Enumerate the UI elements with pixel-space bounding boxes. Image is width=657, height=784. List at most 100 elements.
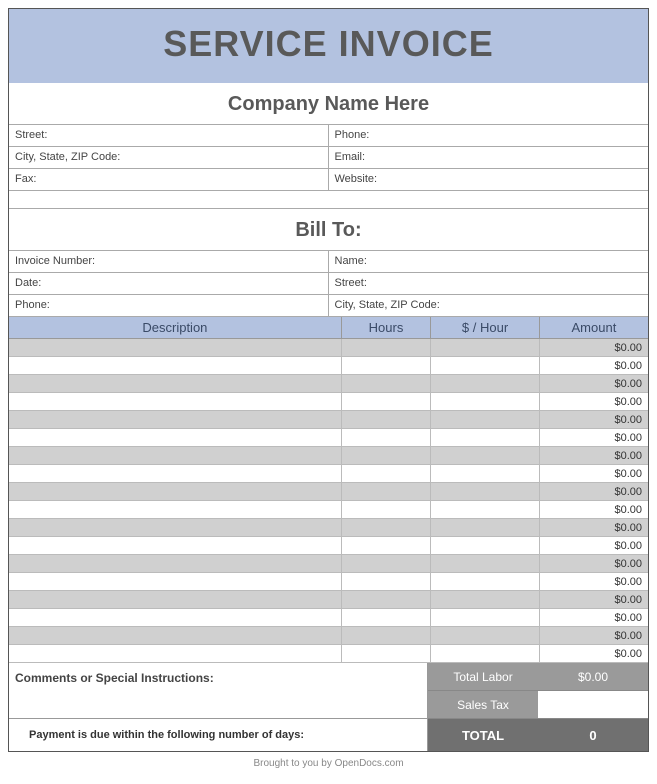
cell-description[interactable] xyxy=(9,501,341,519)
cell-amount[interactable]: $0.00 xyxy=(539,627,648,645)
cell-description[interactable] xyxy=(9,339,341,357)
cell-rate[interactable] xyxy=(431,573,540,591)
cell-rate[interactable] xyxy=(431,627,540,645)
table-row: $0.00 xyxy=(9,447,648,465)
cell-rate[interactable] xyxy=(431,555,540,573)
company-phone-field[interactable]: Phone: xyxy=(329,125,649,147)
sales-tax-label: Sales Tax xyxy=(428,691,538,719)
cell-hours[interactable] xyxy=(341,645,430,663)
cell-amount[interactable]: $0.00 xyxy=(539,339,648,357)
cell-description[interactable] xyxy=(9,537,341,555)
cell-rate[interactable] xyxy=(431,591,540,609)
sales-tax-value[interactable] xyxy=(538,691,648,719)
cell-amount[interactable]: $0.00 xyxy=(539,411,648,429)
cell-description[interactable] xyxy=(9,447,341,465)
cell-amount[interactable]: $0.00 xyxy=(539,375,648,393)
table-row: $0.00 xyxy=(9,609,648,627)
cell-rate[interactable] xyxy=(431,447,540,465)
cell-description[interactable] xyxy=(9,375,341,393)
company-city-field[interactable]: City, State, ZIP Code: xyxy=(9,147,329,169)
cell-amount[interactable]: $0.00 xyxy=(539,447,648,465)
cell-description[interactable] xyxy=(9,429,341,447)
table-row: $0.00 xyxy=(9,537,648,555)
cell-amount[interactable]: $0.00 xyxy=(539,573,648,591)
cell-rate[interactable] xyxy=(431,645,540,663)
comments-label[interactable]: Comments or Special Instructions: xyxy=(9,663,428,719)
cell-hours[interactable] xyxy=(341,591,430,609)
cell-amount[interactable]: $0.00 xyxy=(539,465,648,483)
cell-amount[interactable]: $0.00 xyxy=(539,429,648,447)
cell-hours[interactable] xyxy=(341,519,430,537)
cell-hours[interactable] xyxy=(341,537,430,555)
cell-hours[interactable] xyxy=(341,555,430,573)
company-fax-field[interactable]: Fax: xyxy=(9,169,329,191)
cell-description[interactable] xyxy=(9,555,341,573)
document-title: SERVICE INVOICE xyxy=(9,23,648,65)
cell-amount[interactable]: $0.00 xyxy=(539,501,648,519)
cell-hours[interactable] xyxy=(341,627,430,645)
cell-rate[interactable] xyxy=(431,375,540,393)
billto-city-field[interactable]: City, State, ZIP Code: xyxy=(329,295,649,317)
cell-hours[interactable] xyxy=(341,375,430,393)
cell-rate[interactable] xyxy=(431,339,540,357)
bill-to-header: Bill To: xyxy=(9,209,648,251)
invoice-date-field[interactable]: Date: xyxy=(9,273,329,295)
cell-rate[interactable] xyxy=(431,519,540,537)
cell-amount[interactable]: $0.00 xyxy=(539,393,648,411)
cell-rate[interactable] xyxy=(431,393,540,411)
company-email-field[interactable]: Email: xyxy=(329,147,649,169)
company-street-field[interactable]: Street: xyxy=(9,125,329,147)
cell-amount[interactable]: $0.00 xyxy=(539,609,648,627)
billto-street-field[interactable]: Street: xyxy=(329,273,649,295)
table-row: $0.00 xyxy=(9,411,648,429)
cell-description[interactable] xyxy=(9,645,341,663)
cell-description[interactable] xyxy=(9,591,341,609)
cell-amount[interactable]: $0.00 xyxy=(539,555,648,573)
cell-description[interactable] xyxy=(9,609,341,627)
cell-hours[interactable] xyxy=(341,429,430,447)
cell-rate[interactable] xyxy=(431,411,540,429)
table-row: $0.00 xyxy=(9,375,648,393)
billto-phone-field[interactable]: Phone: xyxy=(9,295,329,317)
cell-amount[interactable]: $0.00 xyxy=(539,483,648,501)
cell-amount[interactable]: $0.00 xyxy=(539,537,648,555)
cell-hours[interactable] xyxy=(341,501,430,519)
table-row: $0.00 xyxy=(9,591,648,609)
cell-hours[interactable] xyxy=(341,339,430,357)
cell-description[interactable] xyxy=(9,627,341,645)
cell-rate[interactable] xyxy=(431,429,540,447)
cell-description[interactable] xyxy=(9,465,341,483)
cell-description[interactable] xyxy=(9,519,341,537)
cell-hours[interactable] xyxy=(341,357,430,375)
table-row: $0.00 xyxy=(9,465,648,483)
cell-description[interactable] xyxy=(9,357,341,375)
cell-description[interactable] xyxy=(9,393,341,411)
cell-amount[interactable]: $0.00 xyxy=(539,645,648,663)
cell-rate[interactable] xyxy=(431,537,540,555)
company-name-header: Company Name Here xyxy=(9,83,648,125)
table-row: $0.00 xyxy=(9,501,648,519)
cell-hours[interactable] xyxy=(341,573,430,591)
cell-amount[interactable]: $0.00 xyxy=(539,519,648,537)
cell-hours[interactable] xyxy=(341,609,430,627)
cell-rate[interactable] xyxy=(431,357,540,375)
cell-description[interactable] xyxy=(9,483,341,501)
cell-rate[interactable] xyxy=(431,465,540,483)
bill-to-grid: Invoice Number: Name: Date: Street: Phon… xyxy=(9,251,648,317)
company-website-field[interactable]: Website: xyxy=(329,169,649,191)
cell-amount[interactable]: $0.00 xyxy=(539,591,648,609)
cell-hours[interactable] xyxy=(341,483,430,501)
cell-rate[interactable] xyxy=(431,483,540,501)
cell-rate[interactable] xyxy=(431,501,540,519)
cell-hours[interactable] xyxy=(341,447,430,465)
table-row: $0.00 xyxy=(9,483,648,501)
invoice-number-field[interactable]: Invoice Number: xyxy=(9,251,329,273)
billto-name-field[interactable]: Name: xyxy=(329,251,649,273)
cell-rate[interactable] xyxy=(431,609,540,627)
cell-amount[interactable]: $0.00 xyxy=(539,357,648,375)
cell-hours[interactable] xyxy=(341,411,430,429)
cell-hours[interactable] xyxy=(341,465,430,483)
cell-hours[interactable] xyxy=(341,393,430,411)
cell-description[interactable] xyxy=(9,573,341,591)
cell-description[interactable] xyxy=(9,411,341,429)
